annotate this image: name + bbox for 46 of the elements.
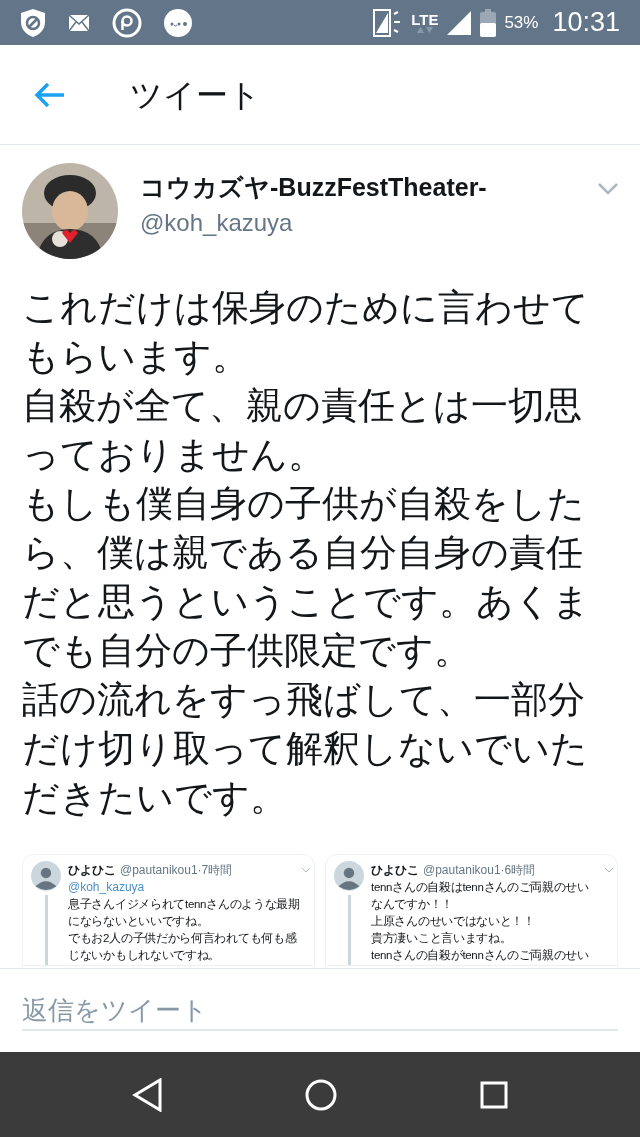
tweet-text-line: でも自分の子供限定です。 <box>22 629 471 673</box>
embedded-text-line: なんですか！！ <box>371 897 454 913</box>
battery-icon <box>480 8 497 37</box>
reply-field[interactable]: 返信をツイート <box>22 991 618 1031</box>
tweet-text-line: ら、僕は親である自分自身の責任 <box>22 531 583 575</box>
tweet-text-line: もらいます。 <box>22 335 249 379</box>
embedded-text-line: 上原さんのせいではないと！！ <box>371 914 536 930</box>
author-name[interactable]: コウカズヤ-BuzzFestTheater- <box>140 169 576 205</box>
tweet-text-line: っておりません。 <box>22 433 325 477</box>
chevron-down-icon <box>604 867 614 873</box>
default-avatar-icon <box>29 861 63 891</box>
tweet-text-line: 自殺が全て、親の責任とは一切思 <box>22 384 582 428</box>
embedded-text-line: にならないといいですね。 <box>68 914 210 930</box>
tweet-text-line: これだけは保身のために言わせて <box>22 286 589 330</box>
data-arrows-icon <box>416 27 433 33</box>
embedded-text-line: 息子さんイジメられてtennさんのような最期 <box>68 897 301 913</box>
chevron-down-icon <box>301 867 311 873</box>
signal-icon <box>446 9 473 36</box>
tweet-text-line: だけ切り取って解釈しないでいた <box>22 727 588 771</box>
recents-square-icon[interactable] <box>480 1080 509 1109</box>
author-handle[interactable]: @koh_kazuya <box>140 205 576 241</box>
clock: 10:31 <box>552 6 620 40</box>
embedded-text-line: じないかもしれないですね。 <box>68 948 222 964</box>
battery-percent: 53% <box>504 11 539 34</box>
home-circle-icon[interactable] <box>305 1078 337 1111</box>
page-title: ツイート <box>130 75 261 115</box>
face-circle-icon <box>164 8 192 37</box>
tweet-text-line: だきたいです。 <box>22 776 287 820</box>
mail-icon <box>68 13 90 32</box>
back-arrow-icon[interactable] <box>34 81 66 108</box>
embedded-name: ひよひこ <box>68 862 116 879</box>
tweet-text-line: だと思うということです。あくま <box>22 580 590 624</box>
tweet-text-line: もしも僕自身の子供が自殺をした <box>22 482 585 526</box>
embedded-name: ひよひこ <box>371 862 419 879</box>
shield-icon <box>20 7 46 38</box>
tweet-text-line: 話の流れをすっ飛ばして、一部分 <box>22 678 585 722</box>
back-triangle-icon[interactable] <box>131 1077 162 1112</box>
embedded-text-line: でもお2人の子供だから何言われても何も感 <box>68 931 298 946</box>
network-label: LTE <box>411 12 439 27</box>
default-avatar-icon <box>332 861 366 891</box>
p-circle-icon <box>112 7 142 38</box>
embedded-handle: @pautanikou1·7時間 <box>120 862 233 879</box>
embedded-text-line: 貴方凄いこと言いますね。 <box>371 931 513 946</box>
embedded-text-line: tennさんの自殺がtennさんのご両親のせい <box>371 948 590 963</box>
embedded-handle: @pautanikou1·6時間 <box>423 862 536 879</box>
embedded-text-line: tennさんの自殺はtennさんのご両親のせい <box>371 880 590 895</box>
